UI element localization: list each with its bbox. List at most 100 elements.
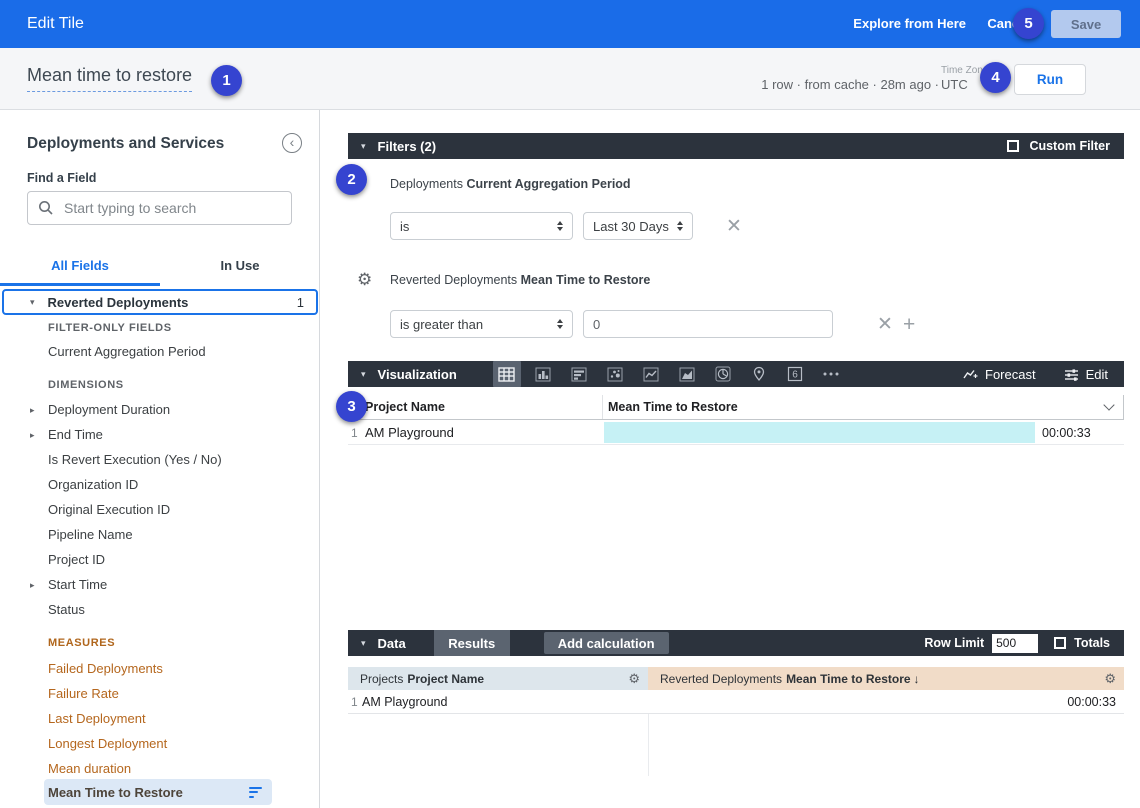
custom-filter-checkbox[interactable]: [1007, 140, 1019, 152]
save-button[interactable]: Save: [1051, 10, 1121, 38]
data-cell-project[interactable]: AM Playground: [362, 695, 447, 709]
viz-column-mean-time-to-restore[interactable]: Mean Time to Restore: [608, 400, 738, 414]
data-cell-value[interactable]: 00:00:33: [648, 695, 1116, 709]
collapse-visualization-icon[interactable]: ▾: [361, 369, 366, 380]
filter-applied-icon[interactable]: [249, 787, 262, 798]
data-panel-header[interactable]: ▾ Data Results Add calculation Row Limit…: [348, 630, 1124, 656]
viz-cell-value-bar: [604, 422, 1035, 443]
explore-from-here-link[interactable]: Explore from Here: [853, 16, 966, 31]
filter1-value-select[interactable]: Last 30 Days: [583, 212, 693, 240]
timezone-value[interactable]: UTC: [941, 77, 968, 92]
filter2-value-input[interactable]: [583, 310, 833, 338]
heading-dimensions: DIMENSIONS: [48, 379, 124, 391]
collapse-data-icon[interactable]: ▾: [361, 638, 366, 649]
filter1-operator-select[interactable]: is: [390, 212, 573, 240]
selected-field-label: Mean Time to Restore: [48, 785, 183, 800]
tile-title[interactable]: Mean time to restore: [27, 65, 192, 92]
add-filter-icon[interactable]: +: [903, 314, 915, 335]
sidebar-item-start-time[interactable]: Start Time: [48, 577, 107, 592]
sidebar-item-mean-time-to-restore-selected[interactable]: Mean Time to Restore: [44, 779, 272, 805]
filter1-field-name: Current Aggregation Period: [466, 177, 630, 191]
filter2-settings-gear-icon[interactable]: ⚙: [357, 271, 372, 288]
column-view-name: Reverted Deployments: [660, 672, 782, 686]
viz-type-map-icon[interactable]: [745, 361, 773, 387]
filter2-operator-value: is greater than: [400, 317, 483, 332]
viz-type-area-icon[interactable]: [673, 361, 701, 387]
sidebar-item-failed-deployments[interactable]: Failed Deployments: [48, 661, 163, 676]
data-column-project-name[interactable]: Projects Project Name ⚙: [348, 667, 648, 690]
add-calculation-button[interactable]: Add calculation: [544, 632, 669, 654]
viz-type-scatter-icon[interactable]: [601, 361, 629, 387]
viz-type-more-icon[interactable]: [817, 361, 845, 387]
expand-icon[interactable]: ▸: [30, 405, 35, 416]
sidebar-item-organization-id[interactable]: Organization ID: [48, 477, 138, 492]
forecast-button[interactable]: Forecast: [963, 367, 1036, 382]
filter1-operator-value: is: [400, 219, 409, 234]
tab-in-use[interactable]: In Use: [160, 258, 320, 273]
sidebar-item-current-aggregation-period[interactable]: Current Aggregation Period: [48, 344, 206, 359]
sidebar-item-deployment-duration[interactable]: Deployment Duration: [48, 402, 170, 417]
annotation-badge-3: 3: [336, 391, 367, 422]
column-view-name: Projects: [360, 672, 403, 686]
edit-visualization-button[interactable]: Edit: [1064, 367, 1108, 382]
row-limit-input[interactable]: [992, 634, 1038, 653]
forecast-icon: [963, 368, 978, 380]
viz-table-row[interactable]: 1 AM Playground 00:00:33: [348, 420, 1124, 445]
field-search-box[interactable]: [27, 191, 292, 225]
sidebar-item-project-id[interactable]: Project ID: [48, 552, 105, 567]
viz-type-table-icon[interactable]: [493, 361, 521, 387]
sidebar-item-failure-rate[interactable]: Failure Rate: [48, 686, 119, 701]
visualization-panel-header[interactable]: ▾ Visualization: [348, 361, 1124, 387]
data-table-row[interactable]: 1 AM Playground 00:00:33: [348, 690, 1124, 714]
viz-type-column-icon[interactable]: [529, 361, 557, 387]
viz-type-bar-icon[interactable]: [565, 361, 593, 387]
sidebar-item-is-revert-execution[interactable]: Is Revert Execution (Yes / No): [48, 452, 222, 467]
viz-type-pie-icon[interactable]: [709, 361, 737, 387]
column-divider[interactable]: [602, 395, 603, 419]
sidebar-item-mean-duration[interactable]: Mean duration: [48, 761, 131, 776]
expand-icon[interactable]: ▸: [30, 580, 35, 591]
chevron-down-icon[interactable]: ▾: [30, 297, 35, 308]
viz-type-line-icon[interactable]: [637, 361, 665, 387]
sort-descending-icon[interactable]: ↓: [914, 672, 920, 686]
field-picker-sidebar: Deployments and Services ‹ Find a Field …: [0, 110, 320, 808]
sidebar-item-original-execution-id[interactable]: Original Execution ID: [48, 502, 170, 517]
column-gear-icon[interactable]: ⚙: [1104, 671, 1116, 687]
viz-cell-value[interactable]: 00:00:33: [1042, 426, 1091, 440]
remove-filter1-icon[interactable]: ✕: [726, 217, 742, 236]
heading-filter-only-fields: FILTER-ONLY FIELDS: [48, 322, 172, 334]
group-label: Reverted Deployments: [48, 295, 189, 310]
filters-panel-header[interactable]: ▾ Filters (2) Custom Filter: [348, 133, 1124, 159]
filter1-value: Last 30 Days: [593, 219, 669, 234]
search-input[interactable]: [64, 200, 264, 216]
select-updown-icon: [557, 221, 563, 231]
sidebar-item-longest-deployment[interactable]: Longest Deployment: [48, 736, 167, 751]
remove-filter2-icon[interactable]: ✕: [877, 315, 893, 334]
sidebar-item-last-deployment[interactable]: Last Deployment: [48, 711, 146, 726]
viz-type-single-value-icon[interactable]: 6: [781, 361, 809, 387]
column-gear-icon[interactable]: ⚙: [628, 671, 640, 687]
viz-cell-project[interactable]: AM Playground: [365, 425, 454, 440]
collapse-filters-icon[interactable]: ▾: [361, 141, 366, 152]
sidebar-item-pipeline-name[interactable]: Pipeline Name: [48, 527, 133, 542]
run-button[interactable]: Run: [1014, 64, 1086, 95]
totals-checkbox[interactable]: [1054, 637, 1066, 649]
sidebar-item-status[interactable]: Status: [48, 602, 85, 617]
column-field-name: Project Name: [407, 672, 484, 686]
expand-icon[interactable]: ▸: [30, 430, 35, 441]
column-menu-chevron-icon[interactable]: [1103, 399, 1114, 410]
sidebar-group-reverted-deployments[interactable]: ▾ Reverted Deployments 1: [2, 289, 318, 315]
results-tab[interactable]: Results: [434, 630, 510, 656]
data-column-mean-time-to-restore[interactable]: Reverted Deployments Mean Time to Restor…: [648, 667, 1124, 690]
row-limit-label: Row Limit: [924, 636, 984, 650]
sidebar-item-end-time[interactable]: End Time: [48, 427, 103, 442]
edit-settings-icon: [1064, 368, 1079, 381]
svg-text:6: 6: [792, 370, 798, 381]
tab-all-fields[interactable]: All Fields: [0, 258, 160, 273]
viz-column-project-name[interactable]: Project Name: [365, 400, 445, 414]
viz-table-header: Project Name Mean Time to Restore: [348, 395, 1124, 420]
group-in-use-count: 1: [297, 295, 304, 310]
select-updown-icon: [557, 319, 563, 329]
filter2-operator-select[interactable]: is greater than: [390, 310, 573, 338]
collapse-sidebar-icon[interactable]: ‹: [282, 133, 302, 153]
